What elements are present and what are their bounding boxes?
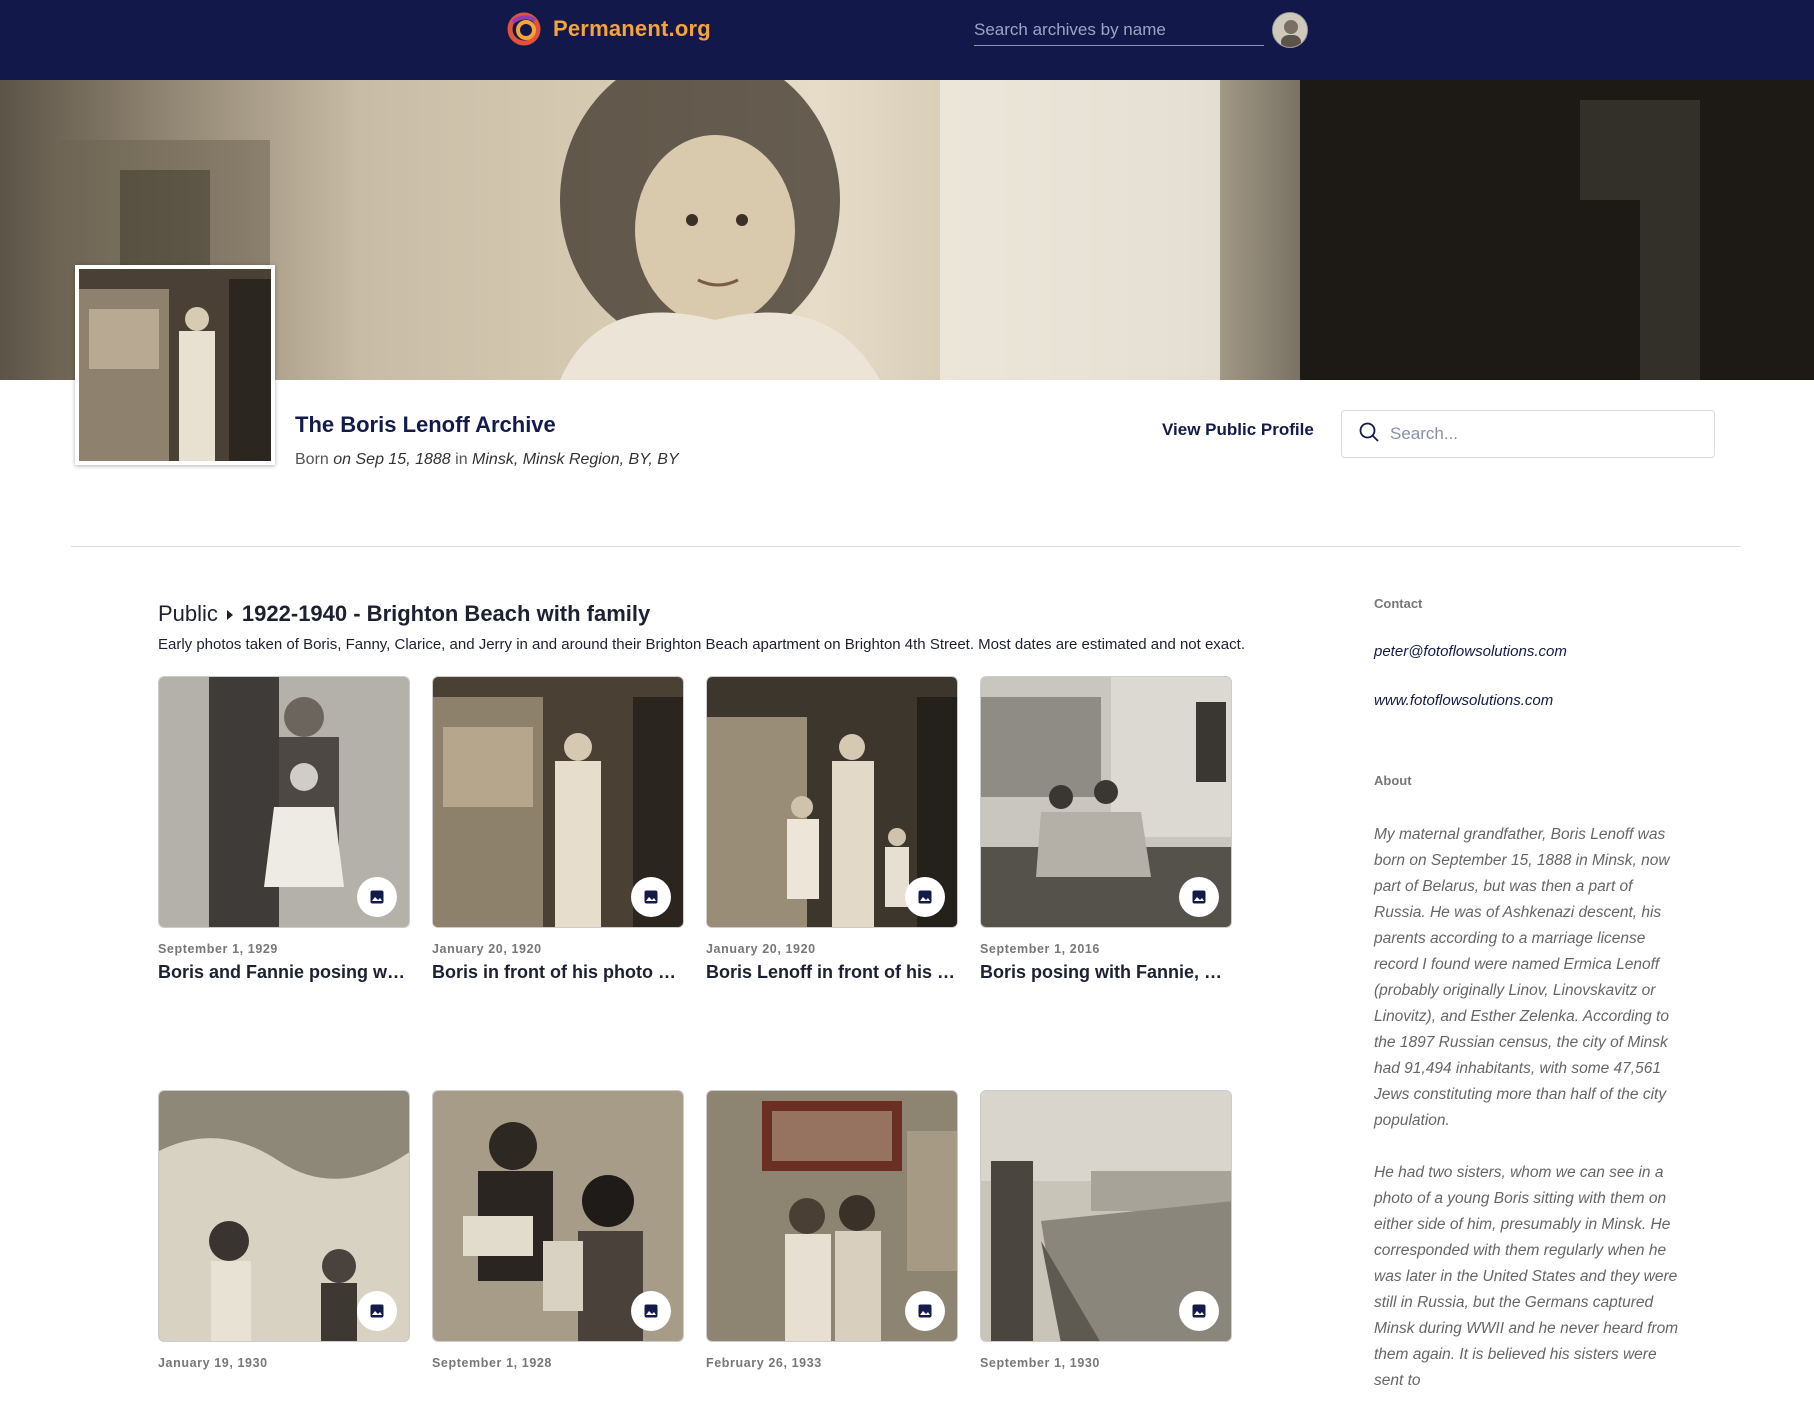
breadcrumb-root[interactable]: Public bbox=[158, 601, 218, 627]
photo-title[interactable]: Boris in front of his photo studio bbox=[432, 962, 684, 983]
photo-title[interactable]: Boris Lenoff in front of his pho... bbox=[706, 962, 958, 983]
about-paragraph: He had two sisters, whom we can see in a… bbox=[1374, 1164, 1679, 1389]
photo-thumbnail[interactable] bbox=[980, 676, 1232, 928]
photo-date: January 20, 1920 bbox=[706, 942, 816, 956]
image-icon bbox=[357, 877, 397, 917]
photo-title[interactable]: Boris posing with Fannie, Clari... bbox=[980, 962, 1232, 983]
archive-birth-info: Born on Sep 15, 1888 in Minsk, Minsk Reg… bbox=[295, 451, 679, 469]
photo-date: September 1, 1930 bbox=[980, 1356, 1100, 1370]
born-place: Minsk, Minsk Region, BY, BY bbox=[472, 451, 679, 468]
photo-thumbnail[interactable] bbox=[432, 1090, 684, 1342]
photo-card[interactable]: January 20, 1920 Boris in front of his p… bbox=[432, 676, 684, 983]
search-icon bbox=[1358, 421, 1380, 448]
about-heading: About bbox=[1374, 773, 1412, 788]
photo-card[interactable]: January 19, 1930 bbox=[158, 1090, 410, 1370]
photo-card[interactable]: September 1, 1929 Boris and Fannie posin… bbox=[158, 676, 410, 983]
image-icon bbox=[631, 877, 671, 917]
archive-search-field[interactable]: Search... bbox=[1341, 410, 1715, 458]
archive-title: The Boris Lenoff Archive bbox=[295, 412, 556, 437]
photo-date: January 19, 1930 bbox=[158, 1356, 268, 1370]
breadcrumb: Public 1922-1940 - Brighton Beach with f… bbox=[158, 601, 650, 627]
photo-date: September 1, 2016 bbox=[980, 942, 1100, 956]
photo-thumbnail[interactable] bbox=[432, 676, 684, 928]
contact-website-link[interactable]: www.fotoflowsolutions.com bbox=[1374, 692, 1553, 709]
photo-thumbnail[interactable] bbox=[706, 1090, 958, 1342]
image-icon bbox=[905, 1291, 945, 1331]
archive-search-input[interactable]: Search archives by name bbox=[974, 16, 1264, 46]
photo-date: January 20, 1920 bbox=[432, 942, 542, 956]
image-icon bbox=[1179, 1291, 1219, 1331]
photo-card[interactable]: February 26, 1933 bbox=[706, 1090, 958, 1370]
photo-date: February 26, 1933 bbox=[706, 1356, 822, 1370]
folder-description: Early photos taken of Boris, Fanny, Clar… bbox=[158, 636, 1245, 653]
about-text: My maternal grandfather, Boris Lenoff wa… bbox=[1374, 822, 1684, 1420]
photo-date: September 1, 1928 bbox=[432, 1356, 552, 1370]
photo-card[interactable]: January 20, 1920 Boris Lenoff in front o… bbox=[706, 676, 958, 983]
born-in: in bbox=[455, 451, 468, 468]
image-icon bbox=[1179, 877, 1219, 917]
section-divider bbox=[71, 546, 1741, 547]
archive-profile-picture[interactable] bbox=[75, 265, 275, 465]
image-icon bbox=[631, 1291, 671, 1331]
permanent-logo-icon bbox=[505, 12, 545, 46]
view-public-profile-button[interactable]: View Public Profile bbox=[1162, 420, 1314, 440]
photo-card[interactable]: September 1, 1930 bbox=[980, 1090, 1232, 1370]
top-nav: Permanent.org Search archives by name bbox=[0, 0, 1814, 80]
logo[interactable]: Permanent.org bbox=[505, 12, 711, 46]
image-icon bbox=[357, 1291, 397, 1331]
born-prefix: Born bbox=[295, 451, 329, 468]
photo-thumbnail[interactable] bbox=[980, 1090, 1232, 1342]
user-avatar[interactable] bbox=[1272, 12, 1308, 48]
breadcrumb-current[interactable]: 1922-1940 - Brighton Beach with family bbox=[242, 601, 650, 627]
contact-email-link[interactable]: peter@fotoflowsolutions.com bbox=[1374, 643, 1567, 660]
image-icon bbox=[905, 877, 945, 917]
photo-date: September 1, 1929 bbox=[158, 942, 278, 956]
logo-text: Permanent.org bbox=[553, 16, 711, 41]
photo-thumbnail[interactable] bbox=[706, 676, 958, 928]
born-date: on Sep 15, 1888 bbox=[333, 451, 451, 468]
photo-thumbnail[interactable] bbox=[158, 1090, 410, 1342]
photo-card[interactable]: September 1, 2016 Boris posing with Fann… bbox=[980, 676, 1232, 983]
photo-thumbnail[interactable] bbox=[158, 676, 410, 928]
about-paragraph: My maternal grandfather, Boris Lenoff wa… bbox=[1374, 826, 1670, 1129]
photo-title[interactable]: Boris and Fannie posing with ... bbox=[158, 962, 410, 983]
contact-heading: Contact bbox=[1374, 596, 1423, 611]
photo-card[interactable]: September 1, 1928 bbox=[432, 1090, 684, 1370]
search-placeholder: Search... bbox=[1390, 424, 1459, 443]
caret-right-icon bbox=[226, 601, 234, 627]
